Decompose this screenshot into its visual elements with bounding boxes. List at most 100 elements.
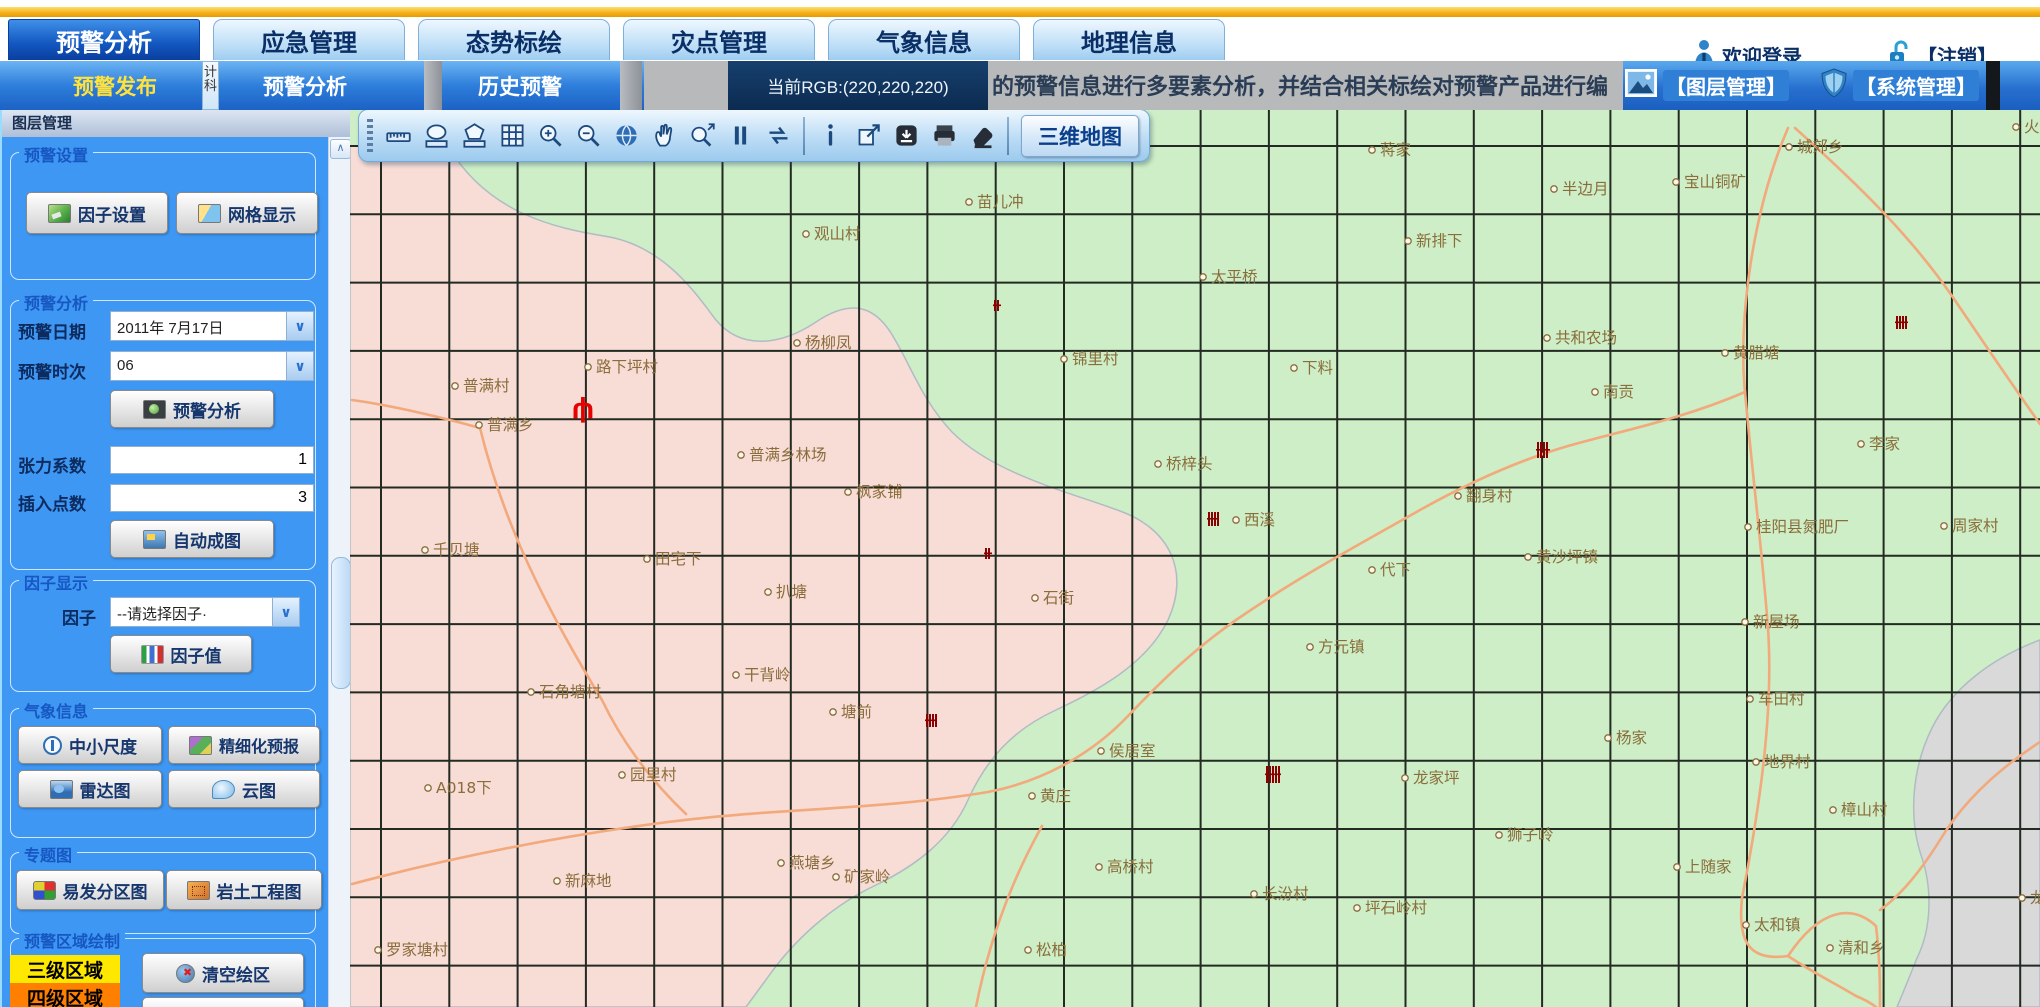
map-label: 苗儿冲 xyxy=(977,193,1024,211)
fine-forecast-button[interactable]: 精细化预报 xyxy=(168,726,320,764)
map-label: 周家村 xyxy=(1952,517,1999,535)
main-tab-2[interactable]: 应急管理 xyxy=(213,19,405,60)
print-icon[interactable] xyxy=(925,116,963,156)
map-marker xyxy=(1200,274,1206,280)
measure-distance-icon[interactable] xyxy=(379,116,417,156)
eraser-icon[interactable] xyxy=(963,116,1001,156)
map-marker xyxy=(1251,891,1257,897)
map-toolbar: 三维地图 xyxy=(358,110,1150,162)
map-label: 普满乡林场 xyxy=(749,446,827,464)
grid-display-icon[interactable] xyxy=(493,116,531,156)
layer-sidebar: 图层管理 预警设置 因子设置 网格显示 预警分析 预警日期 2011年 7月17… xyxy=(0,110,350,1007)
map-label: 西溪 xyxy=(1244,511,1275,529)
map-marker xyxy=(794,340,800,346)
export-icon[interactable] xyxy=(849,116,887,156)
autoplot-icon xyxy=(143,530,166,549)
delete-button[interactable]: 删除 xyxy=(142,997,304,1007)
main-tab-1[interactable]: 预警分析 xyxy=(8,19,200,60)
radar-button[interactable]: 雷达图 xyxy=(18,770,162,808)
map-label: 观山村 xyxy=(814,225,861,243)
map-marker xyxy=(845,489,851,495)
warn-analyze-icon xyxy=(143,400,166,419)
map-label: 翻身村 xyxy=(1466,487,1513,505)
map-marker xyxy=(375,947,381,953)
map-marker xyxy=(1369,147,1375,153)
warn-analyze-button[interactable]: 预警分析 xyxy=(110,390,274,428)
pause-icon[interactable] xyxy=(721,116,759,156)
geotech-map-button[interactable]: 岩土工程图 xyxy=(166,870,322,910)
bar-chart-icon xyxy=(141,645,164,664)
autoplot-button[interactable]: 自动成图 xyxy=(110,520,274,558)
map-canvas[interactable]: ψ上石背苗儿冲石山青蒋家半边月宝山铜矿城郊乡火观山村新排下太平桥杨柳凤锦里村下料… xyxy=(350,110,2040,1007)
map-label: 南贡 xyxy=(1603,383,1634,401)
cloud-button[interactable]: 云图 xyxy=(168,770,320,808)
pan-icon[interactable] xyxy=(645,116,683,156)
map-label: 松柏 xyxy=(1036,941,1067,959)
warn-time-select[interactable]: 06 ∨ xyxy=(110,351,314,381)
sidebar-title: 图层管理 xyxy=(2,110,352,137)
map-label: 蒋家 xyxy=(1380,141,1411,159)
map-label: 杨家 xyxy=(1616,729,1647,747)
nav-separator xyxy=(424,61,442,110)
map-label: 下料 xyxy=(1302,359,1333,377)
zone-map-button[interactable]: 易发分区图 xyxy=(16,870,164,910)
measure-polygon-icon[interactable] xyxy=(455,116,493,156)
map-marker xyxy=(1551,186,1557,192)
map-marker xyxy=(528,689,534,695)
map-marker xyxy=(1496,832,1502,838)
system-manage-button[interactable]: 【系统管理】 xyxy=(1821,69,1979,102)
identify-icon[interactable] xyxy=(811,116,849,156)
map-marker xyxy=(1525,554,1531,560)
factor-select[interactable]: --请选择因子· ∨ xyxy=(110,597,300,627)
map-label: 锦里村 xyxy=(1072,350,1119,368)
map-tools xyxy=(379,116,1015,156)
scroll-up-icon[interactable]: ∧ xyxy=(330,139,351,159)
zoom-out-icon[interactable] xyxy=(569,116,607,156)
chevron-down-icon: ∨ xyxy=(286,312,313,340)
toolbar-grip[interactable] xyxy=(367,119,373,153)
measure-area-icon[interactable] xyxy=(417,116,455,156)
map-label: 太平桥 xyxy=(1211,268,1258,286)
grid-display-label: 网格显示 xyxy=(228,201,296,226)
factor-value-button[interactable]: 因子值 xyxy=(110,635,252,673)
points-input[interactable] xyxy=(110,484,314,512)
sidebar-scrollbar[interactable]: ∧ xyxy=(328,137,351,1007)
sub-tab-3[interactable]: 历史预警 xyxy=(450,61,590,110)
chevron-down-icon: ∨ xyxy=(272,598,299,626)
radar-label: 雷达图 xyxy=(80,777,131,802)
main-tab-5[interactable]: 气象信息 xyxy=(828,19,1020,60)
clear-region-button[interactable]: 清空绘区 xyxy=(142,953,304,993)
layer-manage-button[interactable]: 【图层管理】 xyxy=(1625,69,1789,102)
clipped-tab[interactable]: 计科 xyxy=(202,61,219,110)
full-extent-icon[interactable] xyxy=(607,116,645,156)
zoom-box-icon[interactable] xyxy=(683,116,721,156)
map-marker xyxy=(619,772,625,778)
refresh-icon[interactable] xyxy=(759,116,797,156)
map-label: 侯居室 xyxy=(1109,742,1156,760)
map-label: 新排下 xyxy=(1416,232,1463,250)
toolbar-separator xyxy=(803,117,805,155)
main-tab-6[interactable]: 地理信息 xyxy=(1033,19,1225,60)
map-3d-button[interactable]: 三维地图 xyxy=(1021,115,1139,157)
factor-settings-button[interactable]: 因子设置 xyxy=(26,192,168,234)
map-label: 长汾村 xyxy=(1262,885,1309,903)
building-cluster-icon xyxy=(1207,512,1219,526)
main-tab-3[interactable]: 态势标绘 xyxy=(418,19,610,60)
warn-date-select[interactable]: 2011年 7月17日 ∨ xyxy=(110,311,314,341)
map-label: 太和镇 xyxy=(1754,916,1801,934)
sub-tab-2[interactable]: 预警分析 xyxy=(230,61,380,110)
sub-tab-1[interactable]: 预警发布 xyxy=(30,61,200,110)
zoom-in-icon[interactable] xyxy=(531,116,569,156)
tension-input[interactable] xyxy=(110,446,314,474)
download-icon[interactable] xyxy=(887,116,925,156)
mesoscale-button[interactable]: 中小尺度 xyxy=(18,726,162,764)
scrollbar-thumb[interactable] xyxy=(331,557,351,689)
map-label: 石角塘村 xyxy=(539,683,601,701)
grid-display-button[interactable]: 网格显示 xyxy=(176,192,318,234)
map-marker xyxy=(1743,922,1749,928)
map-marker xyxy=(1029,793,1035,799)
map-marker xyxy=(1747,696,1753,702)
main-tab-4[interactable]: 灾点管理 xyxy=(623,19,815,60)
map-viewport[interactable]: ψ上石背苗儿冲石山青蒋家半边月宝山铜矿城郊乡火观山村新排下太平桥杨柳凤锦里村下料… xyxy=(350,110,2040,1007)
sub-nav-bar: 预警发布预警分析历史预警 计科 的预警信息进行多要素分析，并结合相关标绘对预警产… xyxy=(0,61,2040,110)
